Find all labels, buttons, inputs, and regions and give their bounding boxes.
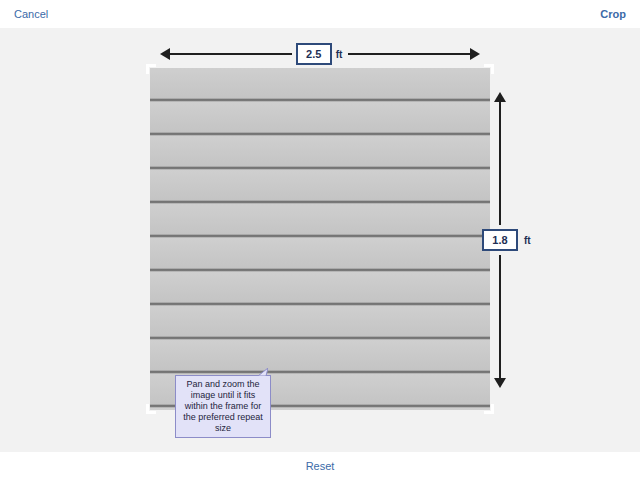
hint-tooltip: Pan and zoom the image until it fits wit… [175,375,271,438]
width-line [170,53,292,55]
corner-marker [146,404,156,414]
height-input[interactable]: 1.8ft [482,229,518,252]
up-arrow-icon [494,92,506,102]
corner-marker [484,404,494,414]
corner-marker [146,64,156,74]
pattern-image[interactable]: Pan and zoom the image until it fits wit… [150,68,490,410]
crop-area: 2.5 ft Pan and zoom the image until it fit… [0,28,640,452]
width-line [348,53,470,55]
width-dimension: 2.5 ft [150,42,490,66]
crop-screen: Cancel Crop 2.5 ft Pan and zoom the image un… [0,0,640,480]
top-toolbar: Cancel Crop [0,0,640,28]
width-unit: ft [336,47,343,62]
crop-button[interactable]: Crop [600,6,626,23]
image-row: Pan and zoom the image until it fits wit… [150,68,640,410]
height-line [499,102,501,225]
reset-button[interactable]: Reset [306,458,335,475]
bottom-toolbar: Reset [0,452,640,480]
right-arrow-icon [470,48,480,60]
height-dimension: 1.8ft [482,92,518,388]
height-line [499,255,501,378]
down-arrow-icon [494,378,506,388]
tooltip-tail-icon [258,368,268,376]
height-unit: ft [524,233,531,248]
width-input[interactable]: 2.5 [296,43,332,66]
corner-marker [484,64,494,74]
cancel-button[interactable]: Cancel [14,6,48,23]
left-arrow-icon [160,48,170,60]
